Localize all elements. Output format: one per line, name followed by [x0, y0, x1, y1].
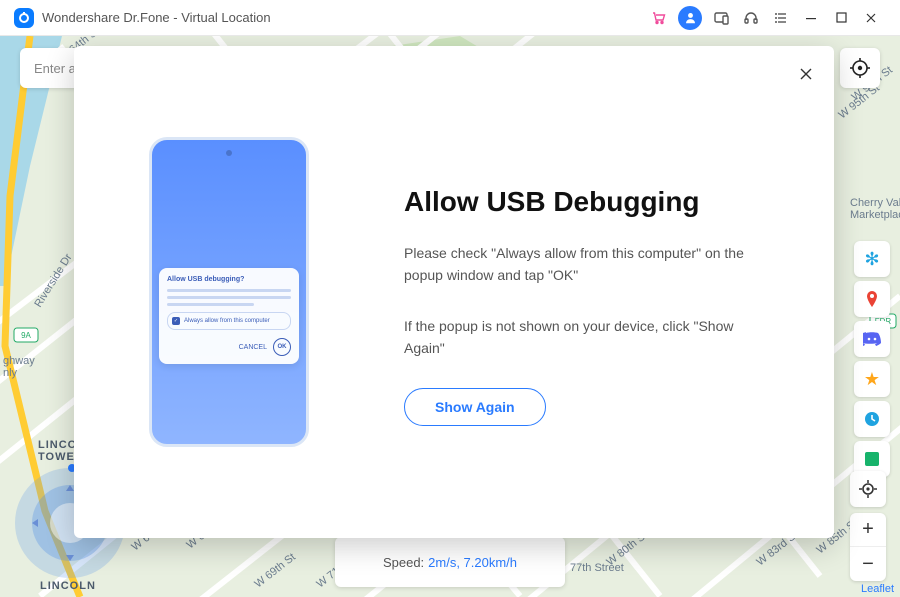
modal-content: Allow USB Debugging Please check "Always… [384, 46, 834, 538]
usb-debugging-modal: Allow USB debugging? ✓ Always allow from… [74, 46, 834, 538]
account-icon[interactable] [678, 6, 702, 30]
speed-value: 2m/s, 7.20km/h [428, 555, 517, 570]
recenter-button[interactable] [840, 48, 880, 88]
search-placeholder: Enter a [34, 61, 76, 76]
phone-checkbox: ✓ Always allow from this computer [167, 312, 291, 330]
phone-illustration: Allow USB debugging? ✓ Always allow from… [149, 137, 309, 447]
show-again-button[interactable]: Show Again [404, 388, 546, 426]
cart-icon[interactable] [644, 3, 674, 33]
maximize-icon[interactable] [826, 3, 856, 33]
window-close-icon[interactable] [856, 3, 886, 33]
map-attribution[interactable]: Leaflet [861, 583, 894, 595]
modal-body-1: Please check "Always allow from this com… [404, 242, 764, 287]
titlebar: Wondershare Dr.Fone - Virtual Location [0, 0, 900, 36]
freeze-icon[interactable]: ✻ [854, 241, 890, 277]
minimize-icon[interactable] [796, 3, 826, 33]
modal-close-button[interactable] [794, 62, 818, 86]
history-icon[interactable] [854, 401, 890, 437]
zoom-control: + − [850, 513, 886, 581]
headset-icon[interactable] [736, 3, 766, 33]
modal-illustration: Allow USB debugging? ✓ Always allow from… [74, 46, 384, 538]
zoom-out-button[interactable]: − [850, 547, 886, 581]
modal-title: Allow USB Debugging [404, 186, 794, 218]
google-maps-icon[interactable] [854, 281, 890, 317]
phone-ok-label: OK [273, 338, 291, 356]
window-title: Wondershare Dr.Fone - Virtual Location [42, 10, 271, 25]
discord-icon[interactable] [854, 321, 890, 357]
phone-cancel-label: CANCEL [239, 344, 267, 351]
locate-button[interactable] [850, 471, 886, 507]
phone-checkbox-label: Always allow from this computer [184, 318, 270, 324]
speed-label: Speed: [383, 555, 424, 570]
side-tools: ✻ ★ [854, 241, 890, 477]
zoom-in-button[interactable]: + [850, 513, 886, 547]
app-logo-icon [14, 8, 34, 28]
favorites-icon[interactable]: ★ [854, 361, 890, 397]
svg-text:9A: 9A [21, 331, 31, 340]
phone-popup-illustration: Allow USB debugging? ✓ Always allow from… [159, 268, 299, 364]
menu-icon[interactable] [766, 3, 796, 33]
device-icon[interactable] [706, 3, 736, 33]
speed-display: Speed: 2m/s, 7.20km/h [335, 537, 565, 587]
phone-popup-title: Allow USB debugging? [167, 276, 291, 283]
modal-body-2: If the popup is not shown on your device… [404, 315, 764, 360]
